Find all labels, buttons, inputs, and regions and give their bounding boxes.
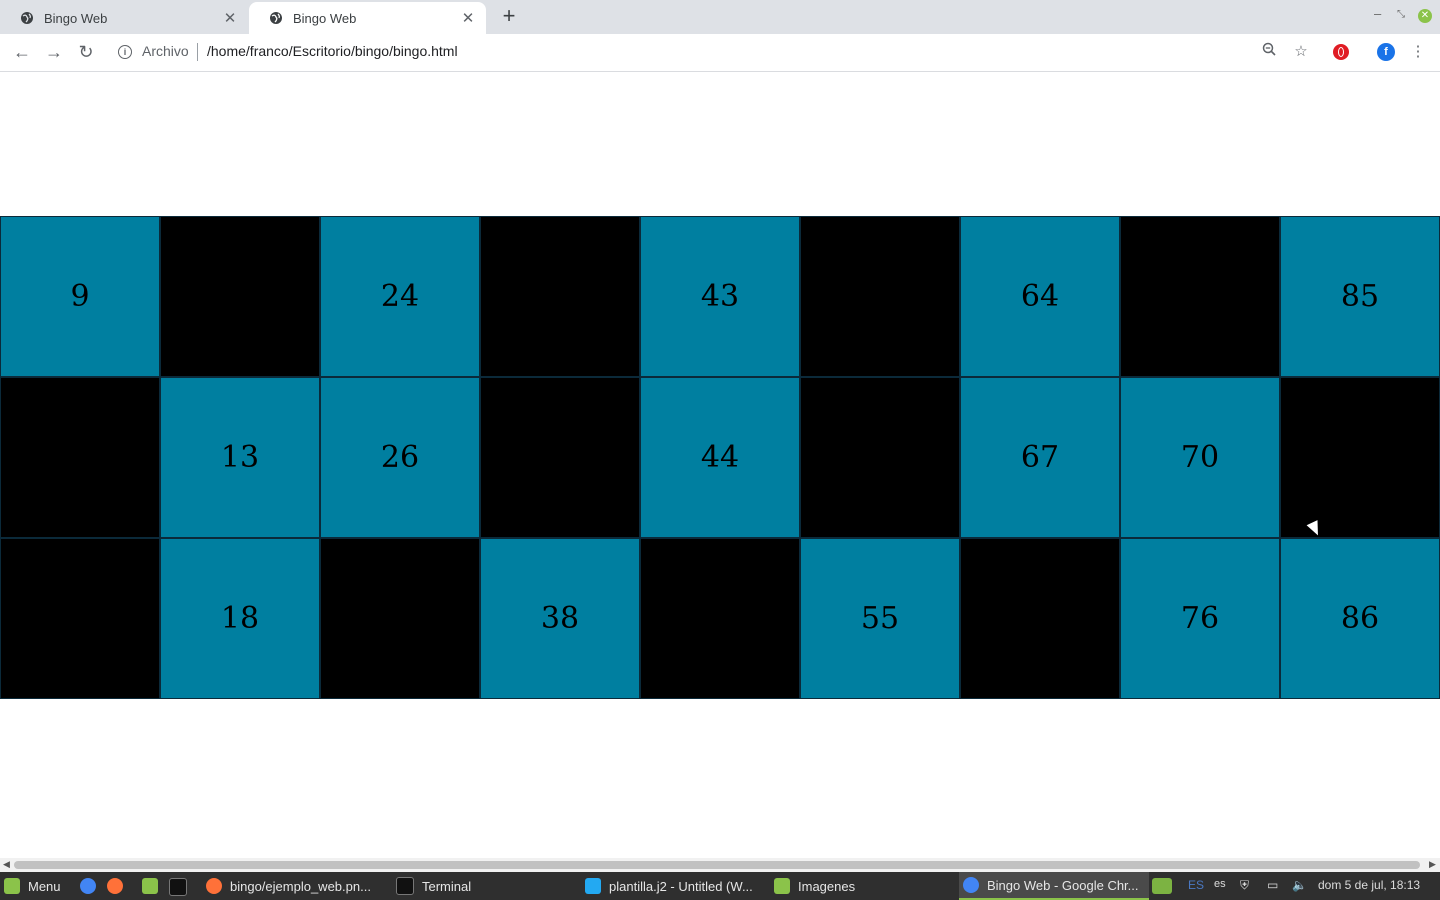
chrome-launcher-icon[interactable] (80, 878, 96, 894)
firefox-launcher-icon[interactable] (107, 878, 123, 894)
browser-toolbar: ← → ↻ i Archivo /home/franco/Escritorio/… (0, 34, 1440, 72)
bookmark-star-icon[interactable]: ☆ (1291, 42, 1311, 62)
address-bar[interactable]: /home/franco/Escritorio/bingo/bingo.html (207, 43, 458, 59)
back-icon[interactable]: ← (12, 42, 32, 62)
bingo-blank-cell (0, 377, 160, 538)
new-tab-button[interactable]: + (498, 5, 520, 27)
close-window-icon[interactable]: ✕ (1418, 9, 1432, 23)
taskbar-window-label: bingo/ejemplo_web.pn... (230, 878, 371, 894)
mint-logo-icon (4, 878, 20, 894)
reload-icon[interactable]: ↻ (76, 42, 96, 62)
taskbar-window-chrome[interactable]: Bingo Web - Google Chr... (959, 872, 1149, 900)
taskbar-window-imagenes[interactable]: Imagenes (774, 872, 855, 900)
keyboard-variant-indicator[interactable]: es (1214, 878, 1226, 890)
shield-icon[interactable]: ⛨ (1240, 878, 1249, 893)
bingo-number-cell: 26 (320, 377, 480, 538)
taskbar-window-terminal[interactable]: Terminal (396, 872, 471, 900)
bingo-blank-cell (800, 216, 960, 377)
bingo-blank-cell (0, 538, 160, 699)
keyboard-layout-indicator[interactable]: ES (1188, 878, 1204, 892)
opera-extension-icon[interactable] (1333, 44, 1349, 60)
scroll-right-icon[interactable]: ▶ (1429, 859, 1436, 870)
tab-bingo-web-1[interactable]: Bingo Web ✕ (0, 2, 248, 34)
forward-icon[interactable]: → (44, 42, 64, 62)
taskbar-window-label: Imagenes (798, 878, 856, 894)
tab-bingo-web-2[interactable]: Bingo Web ✕ (249, 2, 486, 34)
info-icon[interactable]: i (118, 45, 132, 59)
more-menu-icon[interactable]: ⋮ (1408, 42, 1428, 62)
folder-icon (774, 878, 790, 894)
minimize-icon[interactable]: – (1374, 6, 1381, 21)
close-tab-icon[interactable]: ✕ (460, 9, 476, 27)
scroll-left-icon[interactable]: ◀ (3, 859, 10, 870)
chrome-icon (963, 877, 979, 893)
bingo-blank-cell (1280, 377, 1440, 538)
bingo-blank-cell (640, 538, 800, 699)
taskbar-window-label: Terminal (422, 878, 472, 894)
bingo-number-cell: 43 (640, 216, 800, 377)
close-tab-icon[interactable]: ✕ (222, 9, 238, 27)
taskbar-window-firefox[interactable]: bingo/ejemplo_web.pn... (206, 872, 371, 900)
bingo-number-cell: 55 (800, 538, 960, 699)
menu-label: Menu (28, 878, 61, 894)
terminal-launcher-icon[interactable] (169, 878, 187, 896)
bingo-blank-cell (160, 216, 320, 377)
files-launcher-icon[interactable] (142, 878, 158, 894)
taskbar: Menu bingo/ejemplo_web.pn... Terminal pl… (0, 872, 1440, 900)
taskbar-window-vscode[interactable]: plantilla.j2 - Untitled (W... (585, 872, 753, 900)
bingo-blank-cell (960, 538, 1120, 699)
bingo-blank-cell (800, 377, 960, 538)
bingo-number-cell: 86 (1280, 538, 1440, 699)
clock[interactable]: dom 5 de jul, 18:13 (1318, 878, 1420, 892)
bingo-card: 9 24 43 64 85 13 26 44 67 70 18 38 55 76 86 (0, 216, 1440, 699)
tab-strip: Bingo Web ✕ Bingo Web ✕ + – ⤡ ✕ (0, 0, 1440, 34)
firefox-icon (206, 878, 222, 894)
bingo-number-cell: 85 (1280, 216, 1440, 377)
maximize-icon[interactable]: ⤡ (1397, 9, 1405, 20)
horizontal-scrollbar[interactable]: ◀ ▶ (0, 858, 1440, 872)
terminal-icon (396, 877, 414, 895)
address-scheme-label: Archivo (142, 43, 189, 59)
bingo-number-cell: 64 (960, 216, 1120, 377)
zoom-icon[interactable] (1259, 42, 1279, 62)
bingo-number-cell: 76 (1120, 538, 1280, 699)
bingo-number-cell: 70 (1120, 377, 1280, 538)
scrollbar-thumb[interactable] (14, 861, 1420, 869)
globe-icon (270, 12, 282, 24)
bingo-blank-cell (480, 377, 640, 538)
bingo-number-cell: 67 (960, 377, 1120, 538)
taskbar-window-label: plantilla.j2 - Untitled (W... (609, 878, 753, 894)
tab-title: Bingo Web (44, 10, 108, 26)
bingo-blank-cell (1120, 216, 1280, 377)
bingo-number-cell: 44 (640, 377, 800, 538)
volume-icon[interactable]: 🔈 (1292, 878, 1307, 892)
bingo-number-cell: 24 (320, 216, 480, 377)
bingo-number-cell: 13 (160, 377, 320, 538)
taskbar-window-label: Bingo Web - Google Chr... (987, 877, 1139, 893)
workspace-switcher-icon[interactable] (1152, 878, 1172, 894)
bingo-blank-cell (480, 216, 640, 377)
notifications-icon[interactable]: ▭ (1267, 878, 1278, 892)
bingo-number-cell: 9 (0, 216, 160, 377)
tab-title: Bingo Web (293, 10, 357, 26)
bingo-number-cell: 38 (480, 538, 640, 699)
profile-avatar[interactable]: f (1377, 43, 1395, 61)
bingo-blank-cell (320, 538, 480, 699)
vscode-icon (585, 878, 601, 894)
start-menu-button[interactable]: Menu (4, 872, 61, 900)
bingo-number-cell: 18 (160, 538, 320, 699)
address-divider (197, 43, 198, 61)
globe-icon (21, 12, 33, 24)
